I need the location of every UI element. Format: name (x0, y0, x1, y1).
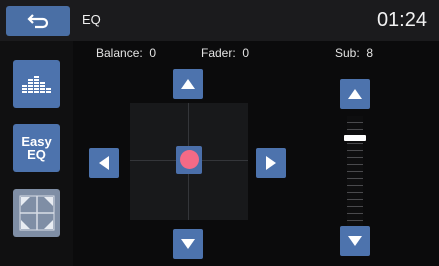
sub-down-button[interactable] (340, 226, 370, 256)
fader-label: Fader: (201, 46, 236, 60)
sub-slider-tick (347, 143, 363, 144)
fader-readout: Fader: 0 (201, 46, 249, 60)
clock: 01:24 (376, 9, 427, 31)
sub-slider-tick (347, 171, 363, 172)
down-arrow-icon (181, 239, 195, 249)
down-arrow-icon (348, 236, 362, 246)
up-arrow-icon (181, 79, 195, 89)
sub-up-button[interactable] (340, 79, 370, 109)
top-bar: EQ 01:24 (0, 0, 439, 41)
easy-eq-button[interactable]: Easy EQ (13, 124, 60, 172)
easy-eq-icon: Easy EQ (21, 135, 51, 161)
balance-label: Balance: (96, 46, 143, 60)
sub-slider-tick (347, 122, 363, 123)
sub-readout: Sub: 8 (335, 46, 373, 60)
balance-readout: Balance: 0 (96, 46, 156, 60)
fader-up-button[interactable] (173, 69, 203, 99)
sub-slider-track[interactable] (347, 116, 363, 226)
sub-value: 8 (366, 46, 374, 60)
position-knob[interactable] (180, 150, 199, 169)
sub-slider-tick (347, 206, 363, 207)
sub-slider-tick (347, 213, 363, 214)
fader-value: 0 (242, 46, 250, 60)
position-button[interactable] (13, 189, 60, 237)
return-arrow-icon (27, 14, 49, 29)
page-title: EQ (82, 12, 101, 27)
sub-slider-tick (347, 220, 363, 221)
position-cross-icon (19, 195, 54, 231)
sub-slider-thumb[interactable] (344, 135, 366, 141)
left-arrow-icon (99, 156, 109, 170)
equalizer-bars-icon (21, 76, 51, 93)
sub-slider-tick (347, 129, 363, 130)
balance-left-button[interactable] (89, 148, 119, 178)
easy-eq-label-line2: EQ (27, 147, 46, 162)
right-arrow-icon (266, 156, 276, 170)
sub-slider-tick (347, 178, 363, 179)
sub-slider-tick (347, 185, 363, 186)
sub-label: Sub: (335, 46, 360, 60)
up-arrow-icon (348, 89, 362, 99)
sub-slider-tick (347, 150, 363, 151)
sub-slider-tick (347, 192, 363, 193)
eq-mode-button[interactable] (13, 60, 60, 108)
sub-slider-tick (347, 157, 363, 158)
back-button[interactable] (6, 6, 70, 36)
sub-slider-tick (347, 164, 363, 165)
balance-right-button[interactable] (256, 148, 286, 178)
sub-slider-tick (347, 199, 363, 200)
balance-value: 0 (149, 46, 157, 60)
fader-down-button[interactable] (173, 229, 203, 259)
